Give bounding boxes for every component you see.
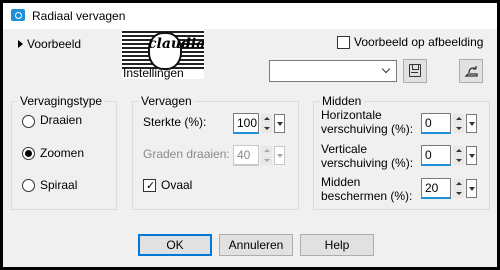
- rotation-input: 40: [233, 145, 259, 166]
- strength-input[interactable]: 100: [233, 113, 259, 134]
- center-group-title: Midden: [320, 94, 364, 108]
- h-offset-label-line2: verschuiving (%):: [321, 122, 414, 136]
- protect-label-line2: beschermen (%):: [321, 189, 413, 203]
- protect-spinner[interactable]: 20: [421, 178, 481, 199]
- help-button[interactable]: Help: [300, 234, 374, 256]
- strength-slider-toggle[interactable]: [274, 114, 285, 133]
- v-offset-spinner[interactable]: 0: [421, 145, 481, 166]
- protect-input[interactable]: 20: [421, 178, 451, 199]
- spin-up-icon[interactable]: [261, 114, 272, 123]
- spin-up-icon[interactable]: [453, 146, 464, 155]
- preview-on-image-label[interactable]: Voorbeeld op afbeelding: [354, 35, 483, 49]
- v-offset-label-line2: verschuiving (%):: [321, 156, 414, 170]
- spin-down-icon: [261, 156, 272, 165]
- reset-button[interactable]: [459, 59, 483, 83]
- radio-zoomen[interactable]: [22, 147, 35, 160]
- oval-label[interactable]: Ovaal: [161, 178, 192, 193]
- v-offset-slider-toggle[interactable]: [466, 146, 477, 165]
- rotation-slider-toggle: [274, 146, 285, 165]
- radio-spiraal[interactable]: [22, 179, 35, 192]
- protect-spin-arrows[interactable]: [453, 179, 464, 198]
- h-offset-spin-arrows[interactable]: [453, 114, 464, 133]
- blur-type-group-title: Vervagingstype: [18, 94, 105, 108]
- title-bar: Radiaal vervagen: [3, 3, 497, 29]
- strength-spinner[interactable]: 100: [233, 113, 288, 134]
- settings-label: Instellingen: [123, 66, 184, 80]
- rotation-spin-arrows: [261, 146, 272, 165]
- cancel-button[interactable]: Annuleren: [219, 234, 293, 256]
- spin-up-icon[interactable]: [453, 114, 464, 123]
- dialog-client-area: Voorbeeld claudia Instellingen Voorbeeld…: [3, 29, 497, 267]
- v-offset-input[interactable]: 0: [421, 145, 451, 166]
- v-offset-spin-arrows[interactable]: [453, 146, 464, 165]
- strength-label: Sterkte (%):: [143, 115, 207, 129]
- radio-draaien-label[interactable]: Draaien: [40, 113, 82, 128]
- expand-arrow-icon[interactable]: [18, 40, 23, 48]
- spin-down-icon[interactable]: [453, 189, 464, 198]
- preset-dropdown-button[interactable]: [379, 61, 396, 81]
- radio-selected-dot: [25, 150, 32, 157]
- v-offset-label-line1: Verticale: [321, 142, 368, 156]
- checkmark-icon: ✓: [146, 179, 156, 192]
- radio-spiraal-label[interactable]: Spiraal: [40, 178, 77, 193]
- protect-slider-toggle[interactable]: [466, 179, 477, 198]
- rotation-label: Graden draaien:: [143, 147, 230, 161]
- h-offset-slider-toggle[interactable]: [466, 114, 477, 133]
- preview-toggle-label[interactable]: Voorbeeld: [27, 37, 81, 51]
- reset-icon: [464, 66, 478, 77]
- blur-group-title: Vervagen: [139, 94, 194, 108]
- radio-draaien[interactable]: [22, 115, 35, 128]
- logo-text: claudia: [148, 36, 204, 52]
- spin-down-icon[interactable]: [453, 156, 464, 165]
- save-preset-button[interactable]: [403, 59, 427, 83]
- spin-up-icon[interactable]: [453, 179, 464, 188]
- radio-zoomen-label[interactable]: Zoomen: [40, 146, 84, 161]
- chevron-down-icon: [381, 64, 391, 74]
- preset-combobox[interactable]: [269, 60, 397, 82]
- protect-label-line1: Midden: [321, 175, 361, 189]
- spin-up-icon: [261, 146, 272, 155]
- radial-blur-dialog: Radiaal vervagen Voorbeeld claudia Inste…: [0, 0, 500, 270]
- rotation-spinner: 40: [233, 145, 288, 166]
- oval-checkbox[interactable]: ✓: [143, 179, 156, 192]
- preview-on-image-checkbox[interactable]: [337, 36, 350, 49]
- spin-down-icon[interactable]: [453, 124, 464, 133]
- window-title: Radiaal vervagen: [32, 9, 126, 23]
- h-offset-label-line1: Horizontale: [321, 108, 382, 122]
- h-offset-spinner[interactable]: 0: [421, 113, 481, 134]
- h-offset-input[interactable]: 0: [421, 113, 451, 134]
- save-icon: [409, 64, 421, 77]
- ok-button[interactable]: OK: [138, 234, 212, 256]
- spin-down-icon[interactable]: [261, 124, 272, 133]
- strength-spin-arrows[interactable]: [261, 114, 272, 133]
- dialog-app-icon: [11, 9, 25, 21]
